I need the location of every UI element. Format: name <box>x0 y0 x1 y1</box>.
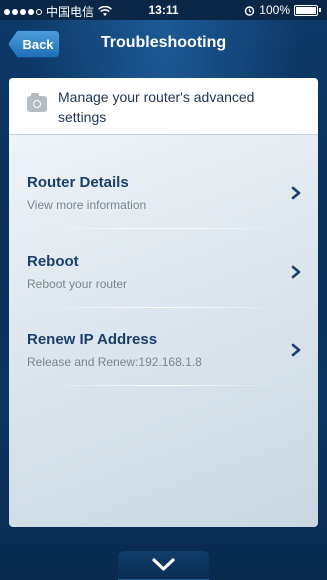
alarm-clock-icon <box>245 5 255 16</box>
divider <box>37 307 287 308</box>
item-subtitle: View more information <box>27 198 147 212</box>
battery-tip-icon <box>319 8 321 12</box>
battery-percent: 100% <box>259 3 290 17</box>
battery-icon <box>294 4 318 16</box>
divider <box>37 228 287 229</box>
camera-icon <box>27 93 47 112</box>
collapse-tab[interactable] <box>118 551 209 580</box>
chevron-right-icon <box>291 343 301 357</box>
divider <box>37 385 287 386</box>
status-bar: 中国电信 13:11 100% <box>0 0 327 20</box>
card-header: Manage your router's advanced settings <box>9 78 318 135</box>
item-title: Reboot <box>27 253 79 270</box>
item-subtitle: Release and Renew:192.168.1.8 <box>27 355 202 369</box>
page-title: Troubleshooting <box>100 34 227 51</box>
card-header-text: Manage your router's advanced settings <box>58 89 255 125</box>
list-item-router-details[interactable]: Router Details View more information <box>27 174 306 244</box>
chevron-down-icon <box>152 558 175 571</box>
item-title: Renew IP Address <box>27 331 158 348</box>
chevron-right-icon <box>291 265 301 279</box>
chevron-right-icon <box>291 186 301 200</box>
navigation-bar: Back Troubleshooting <box>0 20 327 68</box>
options-card: Manage your router's advanced settings R… <box>9 78 318 527</box>
item-title: Router Details <box>27 174 129 191</box>
list-item-renew-ip[interactable]: Renew IP Address Release and Renew:192.1… <box>27 331 306 401</box>
status-right: 100% <box>244 3 321 17</box>
list-item-reboot[interactable]: Reboot Reboot your router <box>27 253 306 323</box>
item-subtitle: Reboot your router <box>27 277 128 291</box>
